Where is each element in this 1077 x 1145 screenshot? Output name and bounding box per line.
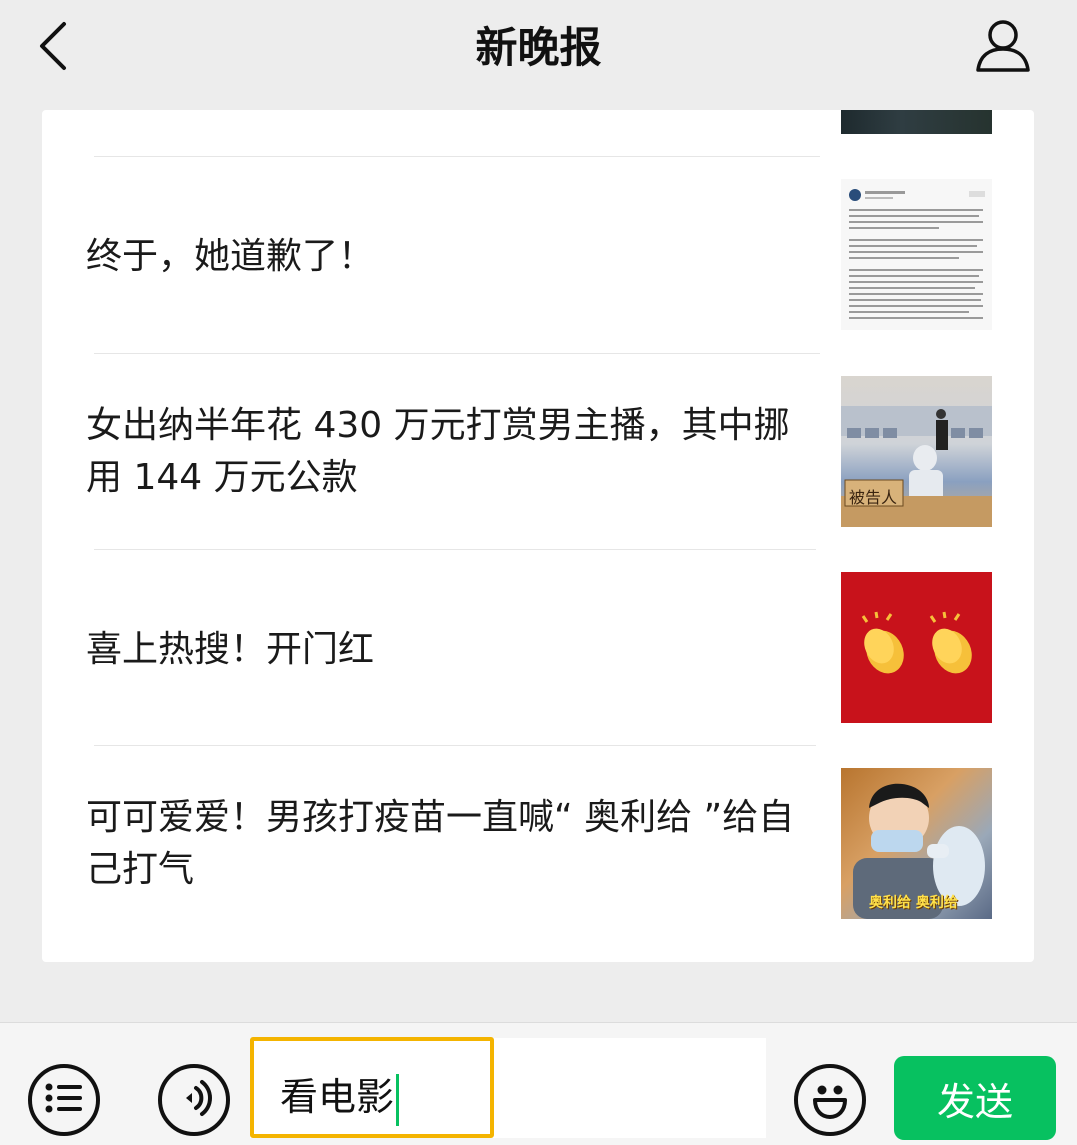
apology-post-thumbnail [841, 179, 992, 330]
user-icon [975, 17, 1031, 77]
send-button[interactable]: 发送 [894, 1056, 1056, 1140]
thumb-caption: 被告人 [849, 488, 898, 507]
news-title: 终于，她道歉了！ [86, 236, 375, 277]
voice-icon [176, 1078, 212, 1122]
previous-item-thumbnail[interactable] [841, 110, 992, 134]
clapping-hands-thumbnail [841, 572, 992, 723]
profile-button[interactable] [968, 14, 1038, 80]
news-item[interactable]: 喜上热搜！开门红 [42, 550, 1034, 745]
voice-button[interactable] [158, 1064, 230, 1136]
news-item[interactable]: 终于，她道歉了！ [42, 157, 1034, 352]
input-value: 看电影 [280, 1075, 395, 1119]
news-title: 喜上热搜！开门红 [86, 629, 375, 670]
page-title: 新晚报 [475, 23, 602, 72]
courtroom-thumbnail: 被告人 [841, 376, 992, 527]
clapping-hands-icon [861, 611, 972, 674]
text-caret [396, 1073, 400, 1126]
boy-vaccine-thumbnail: 奥利给 奥利给 [841, 768, 992, 919]
emoji-button[interactable] [794, 1064, 866, 1136]
news-item[interactable]: 可可爱爱！男孩打疫苗一直喊“ 奥利给 ”给自己打气 奥利给 奥利给 [42, 746, 1034, 941]
emoji-icon [806, 1074, 854, 1126]
news-title: 可可爱爱！男孩打疫苗一直喊“ 奥利给 ”给自己打气 [86, 797, 795, 890]
news-item[interactable]: 女出纳半年花 430 万元打赏男主播，其中挪用 144 万元公款 被告人 [42, 354, 1034, 549]
menu-button[interactable] [28, 1064, 100, 1136]
thumb-caption: 奥利给 奥利给 [869, 895, 958, 911]
message-input-text[interactable]: 看电影 [280, 1070, 400, 1126]
news-card: 终于，她道歉了！ 女出纳半年花 430 万元打赏男主播，其中挪用 144 万元公… [42, 110, 1034, 962]
top-nav-bar: 新晚报 [0, 0, 1077, 100]
list-icon [44, 1082, 84, 1118]
news-title: 女出纳半年花 430 万元打赏男主播，其中挪用 144 万元公款 [86, 405, 790, 498]
